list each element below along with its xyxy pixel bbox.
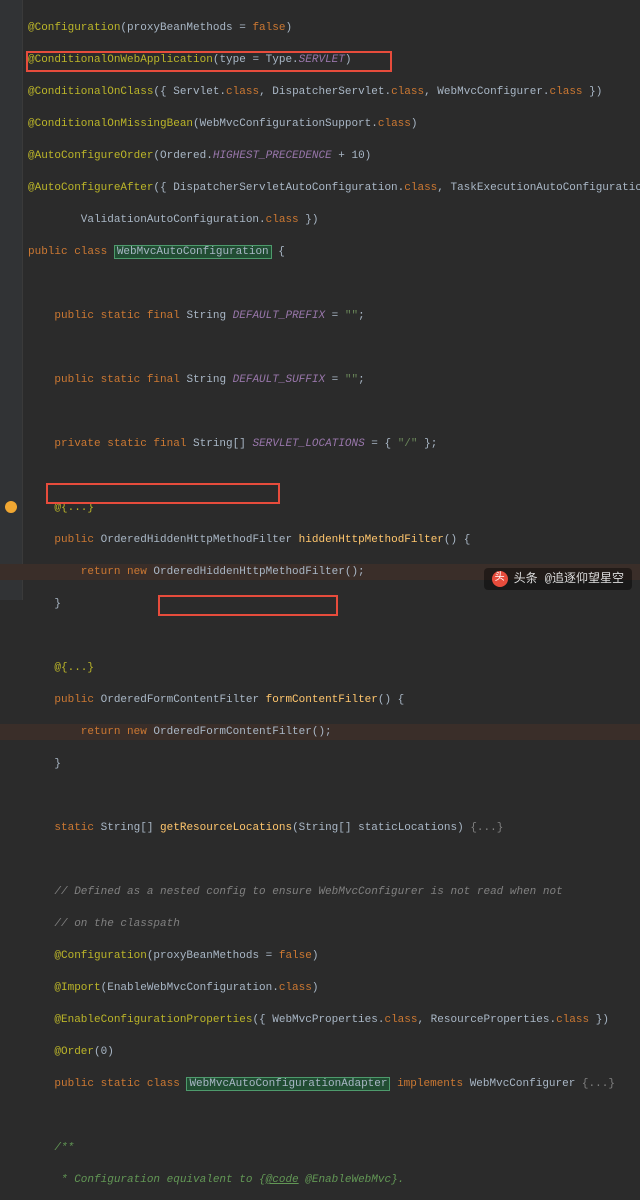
intention-bulb-icon[interactable] <box>5 501 17 513</box>
class-name-highlight: WebMvcAutoConfigurationAdapter <box>186 1077 390 1091</box>
code-editor[interactable]: @Configuration(proxyBeanMethods = false)… <box>0 0 640 1200</box>
editor-gutter <box>0 0 23 600</box>
watermark-icon: 头 <box>492 571 508 587</box>
watermark: 头 头条 @追逐仰望星空 <box>484 568 632 590</box>
class-name-highlight: WebMvcAutoConfiguration <box>114 245 272 259</box>
